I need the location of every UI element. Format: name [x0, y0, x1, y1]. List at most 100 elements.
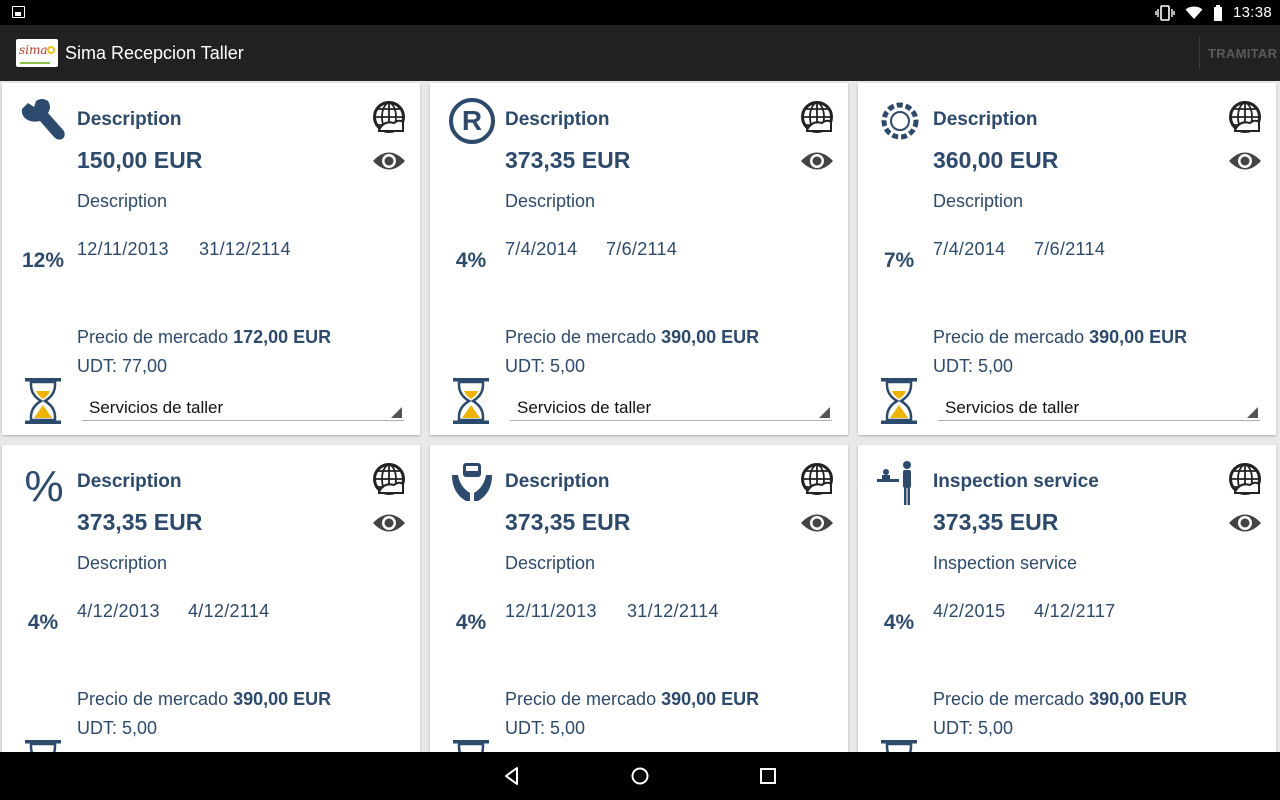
market-price-line: Precio de mercado 390,00 EUR [505, 689, 759, 710]
discount-percent: 7% [883, 249, 915, 272]
market-price-line: Precio de mercado 390,00 EUR [933, 327, 1187, 348]
service-card[interactable]: Description 360,00 EUR Description 7% 7/4/20… [858, 83, 1276, 435]
hourglass-icon [24, 377, 62, 425]
status-bar: 13:38 [0, 0, 1280, 25]
market-price-line: Precio de mercado 390,00 EUR [77, 689, 331, 710]
tramitar-button[interactable]: TRAMITAR [1208, 46, 1277, 61]
market-price: 390,00 EUR [661, 689, 760, 709]
market-price: 390,00 EUR [661, 327, 760, 347]
discount-percent: 4% [27, 611, 59, 634]
start-date: 4/12/2013 [77, 601, 160, 621]
hourglass-icon [880, 739, 918, 752]
eye-icon[interactable] [1228, 148, 1262, 174]
service-title: Description [505, 471, 610, 492]
globe-icon[interactable] [800, 462, 834, 496]
globe-icon[interactable] [1228, 462, 1262, 496]
service-grid: Description 150,00 EUR Description 12% 12/11… [0, 81, 1280, 752]
service-card[interactable]: Inspection service 373,35 EUR Inspection s… [858, 445, 1276, 752]
udt-value: UDT: 5,00 [505, 356, 586, 376]
category-dropdown[interactable]: Servicios de taller [82, 389, 404, 421]
eye-icon[interactable] [800, 510, 834, 536]
udt-value: UDT: 5,00 [505, 718, 586, 738]
globe-icon[interactable] [372, 100, 406, 134]
discount-percent: 12% [21, 249, 65, 272]
reception-desk-icon [874, 459, 926, 507]
dropdown-arrow-icon [391, 407, 402, 418]
service-price: 373,35 EUR [505, 509, 631, 535]
market-price-line: Precio de mercado 390,00 EUR [933, 689, 1187, 710]
hourglass-icon [452, 377, 490, 425]
service-price: 360,00 EUR [933, 147, 1059, 173]
service-price: 373,35 EUR [505, 147, 631, 173]
eye-icon[interactable] [1228, 510, 1262, 536]
hourglass-icon [880, 377, 918, 425]
category-dropdown[interactable]: Servicios de taller [938, 389, 1260, 421]
dropdown-arrow-icon [819, 407, 830, 418]
end-date: 7/6/2114 [606, 239, 678, 259]
home-icon[interactable] [628, 764, 652, 788]
market-price-label: Precio de mercado [505, 327, 657, 347]
service-card[interactable]: % Description 373,35 EUR Description 4% 4/12/… [2, 445, 420, 752]
category-selected: Servicios de taller [89, 398, 224, 417]
tire-icon [874, 97, 926, 145]
start-date: 4/2/2015 [933, 601, 1006, 621]
eye-icon[interactable] [800, 148, 834, 174]
navigation-bar [0, 752, 1280, 800]
clock: 13:38 [1232, 4, 1272, 21]
wrench-icon [18, 97, 70, 145]
start-date: 12/11/2013 [77, 239, 169, 259]
market-price-line: Precio de mercado 172,00 EUR [77, 327, 331, 348]
end-date: 31/12/2114 [199, 239, 291, 259]
end-date: 7/6/2114 [1034, 239, 1106, 259]
market-price: 390,00 EUR [1089, 327, 1188, 347]
service-description: Description [505, 553, 596, 573]
market-price-line: Precio de mercado 390,00 EUR [505, 327, 759, 348]
udt-value: UDT: 77,00 [77, 356, 168, 376]
udt-value: UDT: 5,00 [933, 356, 1014, 376]
service-card[interactable]: Description 373,35 EUR Description 4% 12/11/… [430, 445, 848, 752]
app-logo-text: sima [19, 43, 48, 57]
globe-icon[interactable] [372, 462, 406, 496]
category-dropdown[interactable]: Servicios de taller [510, 389, 832, 421]
service-title: Inspection service [933, 471, 1099, 492]
discount-percent: 4% [455, 611, 487, 634]
service-description: Description [77, 191, 168, 211]
category-selected: Servicios de taller [517, 398, 652, 417]
globe-icon[interactable] [1228, 100, 1262, 134]
wifi-icon [1185, 6, 1203, 19]
service-description: Description [77, 553, 168, 573]
start-date: 12/11/2013 [505, 601, 597, 621]
back-icon[interactable] [500, 764, 524, 788]
category-selected: Servicios de taller [945, 398, 1080, 417]
globe-icon[interactable] [800, 100, 834, 134]
market-price: 172,00 EUR [233, 327, 332, 347]
dropdown-arrow-icon [1247, 407, 1258, 418]
service-card[interactable]: R Description 373,35 EUR Description 4% 7/4/2… [430, 83, 848, 435]
action-bar: sima Sima Recepcion Taller TRAMITAR [0, 25, 1280, 81]
market-price-label: Precio de mercado [77, 327, 229, 347]
service-price: 150,00 EUR [77, 147, 203, 173]
service-description: Inspection service [933, 553, 1078, 573]
eye-icon[interactable] [372, 510, 406, 536]
service-title: Description [77, 471, 182, 492]
discount-percent: 4% [883, 611, 915, 634]
service-title: Description [505, 109, 610, 130]
market-price-label: Precio de mercado [933, 689, 1085, 709]
service-description: Description [505, 191, 596, 211]
market-price-label: Precio de mercado [505, 689, 657, 709]
eye-icon[interactable] [372, 148, 406, 174]
percent-icon: % [18, 459, 70, 511]
service-description: Description [933, 191, 1024, 211]
service-card[interactable]: Description 150,00 EUR Description 12% 12/11… [2, 83, 420, 435]
svg-text:%: % [24, 462, 63, 507]
end-date: 4/12/2114 [188, 601, 270, 621]
discount-percent: 4% [455, 249, 487, 272]
recents-icon[interactable] [756, 764, 780, 788]
market-price-label: Precio de mercado [933, 327, 1085, 347]
end-date: 31/12/2114 [627, 601, 719, 621]
market-price: 390,00 EUR [1089, 689, 1188, 709]
start-date: 7/4/2014 [505, 239, 578, 259]
notification-image-icon [12, 6, 25, 18]
service-price: 373,35 EUR [77, 509, 203, 535]
action-divider [1199, 37, 1200, 69]
